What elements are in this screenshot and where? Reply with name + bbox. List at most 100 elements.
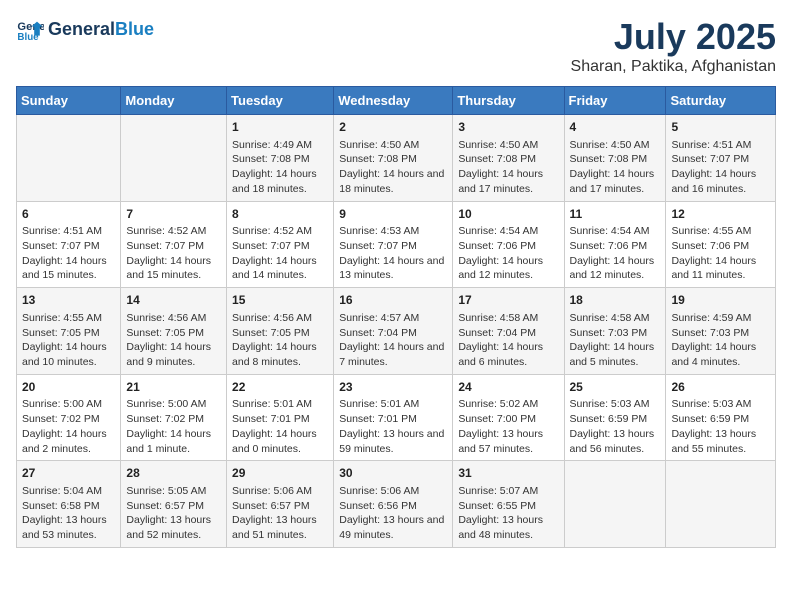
day-info: Sunrise: 5:07 AMSunset: 6:55 PMDaylight:…: [458, 484, 558, 543]
calendar-week-3: 13 Sunrise: 4:55 AMSunset: 7:05 PMDayligh…: [17, 288, 776, 375]
day-info: Sunrise: 5:01 AMSunset: 7:01 PMDaylight:…: [232, 397, 328, 456]
day-number: 31: [458, 465, 558, 482]
day-info: Sunrise: 5:04 AMSunset: 6:58 PMDaylight:…: [22, 484, 115, 543]
day-number: 29: [232, 465, 328, 482]
calendar-cell: 15 Sunrise: 4:56 AMSunset: 7:05 PMDayligh…: [227, 288, 334, 375]
day-info: Sunrise: 4:50 AMSunset: 7:08 PMDaylight:…: [339, 138, 447, 197]
logo: General Blue GeneralBlue: [16, 16, 154, 44]
day-info: Sunrise: 4:55 AMSunset: 7:06 PMDaylight:…: [671, 224, 770, 283]
day-number: 14: [126, 292, 221, 309]
day-number: 24: [458, 379, 558, 396]
day-number: 20: [22, 379, 115, 396]
day-info: Sunrise: 4:55 AMSunset: 7:05 PMDaylight:…: [22, 311, 115, 370]
day-info: Sunrise: 5:03 AMSunset: 6:59 PMDaylight:…: [570, 397, 661, 456]
calendar-cell: 1 Sunrise: 4:49 AMSunset: 7:08 PMDaylight…: [227, 115, 334, 202]
day-number: 26: [671, 379, 770, 396]
day-number: 21: [126, 379, 221, 396]
calendar-cell: 7Sunrise: 4:52 AMSunset: 7:07 PMDaylight…: [121, 201, 227, 288]
calendar-cell: 29 Sunrise: 5:06 AMSunset: 6:57 PMDayligh…: [227, 461, 334, 548]
weekday-header-sunday: Sunday: [17, 87, 121, 115]
day-info: Sunrise: 5:06 AMSunset: 6:56 PMDaylight:…: [339, 484, 447, 543]
day-number: 11: [570, 206, 661, 223]
day-number: 13: [22, 292, 115, 309]
calendar-table: SundayMondayTuesdayWednesdayThursdayFrid…: [16, 86, 776, 548]
day-number: 12: [671, 206, 770, 223]
day-number: 7: [126, 206, 221, 223]
day-number: 1: [232, 119, 328, 136]
day-number: 8: [232, 206, 328, 223]
page-header: General Blue GeneralBlue July 2025 Shara…: [16, 16, 776, 76]
calendar-cell: 10Sunrise: 4:54 AMSunset: 7:06 PMDayligh…: [453, 201, 564, 288]
logo-text: GeneralBlue: [48, 20, 154, 40]
day-info: Sunrise: 4:52 AMSunset: 7:07 PMDaylight:…: [232, 224, 328, 283]
calendar-cell: 19 Sunrise: 4:59 AMSunset: 7:03 PMDayligh…: [666, 288, 776, 375]
day-info: Sunrise: 4:56 AMSunset: 7:05 PMDaylight:…: [232, 311, 328, 370]
calendar-cell: 17Sunrise: 4:58 AMSunset: 7:04 PMDayligh…: [453, 288, 564, 375]
day-number: 27: [22, 465, 115, 482]
calendar-cell: 3 Sunrise: 4:50 AMSunset: 7:08 PMDaylight…: [453, 115, 564, 202]
calendar-cell: 28 Sunrise: 5:05 AMSunset: 6:57 PMDayligh…: [121, 461, 227, 548]
calendar-cell: 5Sunrise: 4:51 AMSunset: 7:07 PMDaylight…: [666, 115, 776, 202]
day-number: 2: [339, 119, 447, 136]
day-number: 4: [570, 119, 661, 136]
calendar-cell: 13 Sunrise: 4:55 AMSunset: 7:05 PMDayligh…: [17, 288, 121, 375]
day-info: Sunrise: 5:03 AMSunset: 6:59 PMDaylight:…: [671, 397, 770, 456]
day-info: Sunrise: 5:00 AMSunset: 7:02 PMDaylight:…: [22, 397, 115, 456]
day-number: 28: [126, 465, 221, 482]
day-number: 16: [339, 292, 447, 309]
day-info: Sunrise: 5:05 AMSunset: 6:57 PMDaylight:…: [126, 484, 221, 543]
day-number: 10: [458, 206, 558, 223]
calendar-cell: [666, 461, 776, 548]
calendar-cell: 16 Sunrise: 4:57 AMSunset: 7:04 PMDayligh…: [334, 288, 453, 375]
weekday-header-tuesday: Tuesday: [227, 87, 334, 115]
day-number: 9: [339, 206, 447, 223]
calendar-cell: 11Sunrise: 4:54 AMSunset: 7:06 PMDayligh…: [564, 201, 666, 288]
calendar-cell: 22Sunrise: 5:01 AMSunset: 7:01 PMDayligh…: [227, 374, 334, 461]
calendar-cell: 23Sunrise: 5:01 AMSunset: 7:01 PMDayligh…: [334, 374, 453, 461]
calendar-cell: 12Sunrise: 4:55 AMSunset: 7:06 PMDayligh…: [666, 201, 776, 288]
calendar-cell: 20Sunrise: 5:00 AMSunset: 7:02 PMDayligh…: [17, 374, 121, 461]
main-title: July 2025: [571, 16, 776, 58]
calendar-week-2: 6Sunrise: 4:51 AMSunset: 7:07 PMDaylight…: [17, 201, 776, 288]
calendar-cell: 2 Sunrise: 4:50 AMSunset: 7:08 PMDaylight…: [334, 115, 453, 202]
calendar-cell: 4Sunrise: 4:50 AMSunset: 7:08 PMDaylight…: [564, 115, 666, 202]
day-number: 25: [570, 379, 661, 396]
day-info: Sunrise: 4:50 AMSunset: 7:08 PMDaylight:…: [458, 138, 558, 197]
day-info: Sunrise: 4:57 AMSunset: 7:04 PMDaylight:…: [339, 311, 447, 370]
calendar-cell: 25Sunrise: 5:03 AMSunset: 6:59 PMDayligh…: [564, 374, 666, 461]
day-info: Sunrise: 4:54 AMSunset: 7:06 PMDaylight:…: [458, 224, 558, 283]
day-info: Sunrise: 4:59 AMSunset: 7:03 PMDaylight:…: [671, 311, 770, 370]
day-info: Sunrise: 5:02 AMSunset: 7:00 PMDaylight:…: [458, 397, 558, 456]
weekday-header-thursday: Thursday: [453, 87, 564, 115]
subtitle: Sharan, Paktika, Afghanistan: [571, 58, 776, 76]
day-number: 17: [458, 292, 558, 309]
day-info: Sunrise: 5:00 AMSunset: 7:02 PMDaylight:…: [126, 397, 221, 456]
calendar-cell: 27 Sunrise: 5:04 AMSunset: 6:58 PMDayligh…: [17, 461, 121, 548]
calendar-cell: 30 Sunrise: 5:06 AMSunset: 6:56 PMDayligh…: [334, 461, 453, 548]
day-number: 18: [570, 292, 661, 309]
calendar-cell: [17, 115, 121, 202]
day-number: 15: [232, 292, 328, 309]
calendar-cell: [121, 115, 227, 202]
day-number: 6: [22, 206, 115, 223]
day-number: 30: [339, 465, 447, 482]
day-number: 3: [458, 119, 558, 136]
calendar-cell: 18Sunrise: 4:58 AMSunset: 7:03 PMDayligh…: [564, 288, 666, 375]
calendar-week-4: 20Sunrise: 5:00 AMSunset: 7:02 PMDayligh…: [17, 374, 776, 461]
calendar-cell: 26Sunrise: 5:03 AMSunset: 6:59 PMDayligh…: [666, 374, 776, 461]
day-info: Sunrise: 4:56 AMSunset: 7:05 PMDaylight:…: [126, 311, 221, 370]
day-info: Sunrise: 5:01 AMSunset: 7:01 PMDaylight:…: [339, 397, 447, 456]
day-number: 19: [671, 292, 770, 309]
day-info: Sunrise: 4:51 AMSunset: 7:07 PMDaylight:…: [22, 224, 115, 283]
weekday-header-monday: Monday: [121, 87, 227, 115]
calendar-week-1: 1 Sunrise: 4:49 AMSunset: 7:08 PMDaylight…: [17, 115, 776, 202]
day-info: Sunrise: 4:54 AMSunset: 7:06 PMDaylight:…: [570, 224, 661, 283]
logo-icon: General Blue: [16, 16, 44, 44]
weekday-header-saturday: Saturday: [666, 87, 776, 115]
calendar-cell: 24Sunrise: 5:02 AMSunset: 7:00 PMDayligh…: [453, 374, 564, 461]
weekday-header-wednesday: Wednesday: [334, 87, 453, 115]
day-info: Sunrise: 4:52 AMSunset: 7:07 PMDaylight:…: [126, 224, 221, 283]
day-info: Sunrise: 4:49 AMSunset: 7:08 PMDaylight:…: [232, 138, 328, 197]
day-info: Sunrise: 5:06 AMSunset: 6:57 PMDaylight:…: [232, 484, 328, 543]
title-block: July 2025 Sharan, Paktika, Afghanistan: [571, 16, 776, 76]
